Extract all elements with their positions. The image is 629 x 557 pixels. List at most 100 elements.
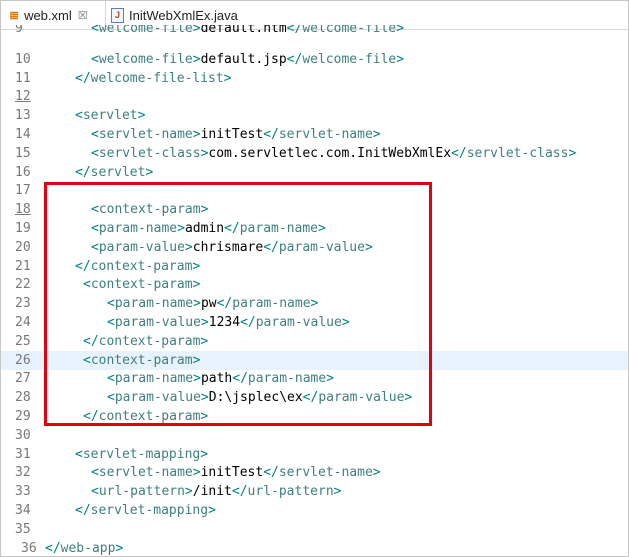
code-line[interactable]: 20 <param-value>chrismare</param-value> (1, 238, 628, 257)
code-line[interactable]: 27 <param-name>path</param-name> (1, 369, 628, 388)
close-icon[interactable]: ☒ (78, 9, 88, 22)
code-line[interactable]: 30 (1, 426, 628, 445)
tag-bracket: > (318, 221, 326, 236)
code-line[interactable]: 34 </servlet-mapping> (1, 501, 628, 520)
element-text: D:\jsplec\ex (208, 390, 303, 406)
code-line[interactable]: 22 <context-param> (1, 275, 628, 294)
line-number: 30 (15, 427, 31, 443)
code-text: <servlet-mapping> (75, 445, 208, 464)
tag-bracket: < (91, 51, 99, 67)
code-line[interactable]: 14 <servlet-name>initTest</servlet-name> (1, 125, 628, 144)
code-line[interactable]: 28 <param-value>D:\jsplec\ex</param-value… (1, 388, 628, 407)
code-line[interactable]: 33 <url-pattern>/init</url-pattern> (1, 482, 628, 501)
line-number: 35 (15, 521, 31, 537)
element-text: initTest (200, 465, 264, 481)
code-text: </welcome-file-list> (75, 69, 232, 88)
code-line[interactable]: 36 </web-app> (1, 539, 628, 556)
tag-bracket: </ (286, 51, 303, 67)
tag-bracket: > (192, 277, 201, 293)
code-text: </servlet> (75, 163, 153, 182)
element-text: com.servletlec.com.InitWebXmlEx (208, 145, 452, 161)
line-number: 16 (15, 164, 31, 180)
tag-bracket: > (341, 315, 350, 330)
line-number: 27 (15, 371, 31, 387)
tag-bracket: < (83, 277, 91, 293)
tag-bracket: > (192, 352, 201, 368)
code-line[interactable]: 15 <servlet-class>com.servletlec.com.Init… (1, 144, 628, 163)
code-line[interactable]: 13 <servlet> (1, 106, 628, 125)
xml-tag-name: welcome-file (302, 25, 397, 36)
tag-bracket: < (91, 127, 99, 142)
code-text: <param-value>chrismare</param-value> (91, 238, 373, 257)
code-text: </context-param> (83, 407, 208, 426)
code-line[interactable]: 35 (1, 520, 628, 539)
tag-bracket: > (192, 25, 201, 36)
code-line[interactable]: 9 <welcome-file>default.htm</welcome-file… (1, 25, 628, 38)
line-number: 19 (15, 221, 31, 236)
code-line[interactable]: 21 </context-param> (1, 257, 628, 276)
tag-bracket: > (137, 108, 146, 124)
line-number: 33 (15, 484, 31, 500)
xml-tag-name: welcome-file (98, 51, 193, 67)
tag-bracket: > (404, 390, 413, 406)
element-text: chrismare (192, 239, 264, 255)
code-line[interactable]: 12 (1, 87, 628, 106)
tag-bracket: > (372, 465, 381, 481)
tag-bracket: </ (75, 70, 91, 86)
code-line[interactable]: 26 <context-param> (1, 350, 628, 370)
tag-bracket: < (91, 239, 99, 255)
xml-tag-name: servlet-name (98, 465, 193, 481)
code-line[interactable]: 23 <param-name>pw</param-name> (1, 294, 628, 313)
code-editor[interactable]: 9 <welcome-file>default.htm</welcome-file… (1, 25, 628, 556)
line-number: 18 (15, 202, 31, 218)
code-line[interactable]: 31 <servlet-mapping> (1, 445, 628, 464)
tab-label: web.xml (24, 7, 72, 23)
xml-tag-name: context-param (98, 409, 201, 424)
xml-tag-name: url-pattern (98, 484, 185, 500)
code-line[interactable]: 17 (1, 181, 628, 200)
xml-tag-name: context-param (90, 258, 193, 274)
line-number: 32 (15, 465, 31, 481)
element-text: 1234 (208, 315, 241, 330)
tag-bracket: < (91, 202, 99, 218)
code-text: </servlet-mapping> (75, 501, 216, 520)
code-line[interactable]: 16 </servlet> (1, 163, 628, 182)
element-text: pw (200, 296, 217, 312)
code-line[interactable]: 18 <context-param> (1, 200, 628, 219)
code-line[interactable]: 25 </context-param> (1, 332, 628, 351)
tag-bracket: < (75, 446, 83, 462)
tag-bracket: < (83, 352, 91, 368)
tag-bracket: > (184, 484, 193, 500)
tag-bracket: </ (451, 145, 467, 161)
line-number: 21 (15, 258, 31, 274)
tag-bracket: > (396, 51, 405, 67)
code-text: <welcome-file>default.htm</welcome-file> (91, 25, 404, 35)
element-text: default.htm (200, 25, 287, 36)
code-line[interactable]: 32 <servlet-name>initTest</servlet-name> (1, 463, 628, 482)
code-text: <url-pattern>/init</url-pattern> (91, 482, 341, 501)
xml-tag-name: welcome-file (302, 51, 397, 67)
xml-tag-name: param-value (98, 239, 185, 255)
code-line[interactable]: 11 </welcome-file-list> (1, 69, 628, 88)
xml-tag-name: servlet (90, 164, 146, 180)
line-number: 28 (15, 390, 31, 406)
code-line[interactable]: 10 <welcome-file>default.jsp</welcome-fil… (1, 50, 628, 69)
tag-bracket: < (91, 465, 99, 481)
tag-bracket: > (568, 145, 577, 161)
code-text: <servlet-class>com.servletlec.com.InitWe… (91, 144, 576, 163)
tag-bracket: > (192, 51, 201, 67)
tag-bracket: </ (286, 25, 303, 36)
tag-bracket: > (192, 127, 201, 142)
line-number: 31 (15, 446, 31, 462)
xml-tag-name: servlet-name (278, 465, 373, 481)
code-line[interactable]: 24 <param-value>1234</param-value> (1, 313, 628, 332)
code-line[interactable]: 19 <param-name>admin</param-name> (1, 219, 628, 238)
editor-window: ≣ web.xml ☒ J InitWebXmlEx.java 9 <welcom… (0, 0, 629, 557)
line-number: 26 (15, 352, 31, 368)
code-line[interactable]: 29 </context-param> (1, 407, 628, 426)
tag-bracket: > (184, 239, 193, 255)
tag-bracket: > (208, 503, 216, 518)
tag-bracket: > (192, 258, 201, 274)
tag-bracket: > (372, 127, 381, 142)
xml-tag-name: param-name (98, 221, 178, 236)
